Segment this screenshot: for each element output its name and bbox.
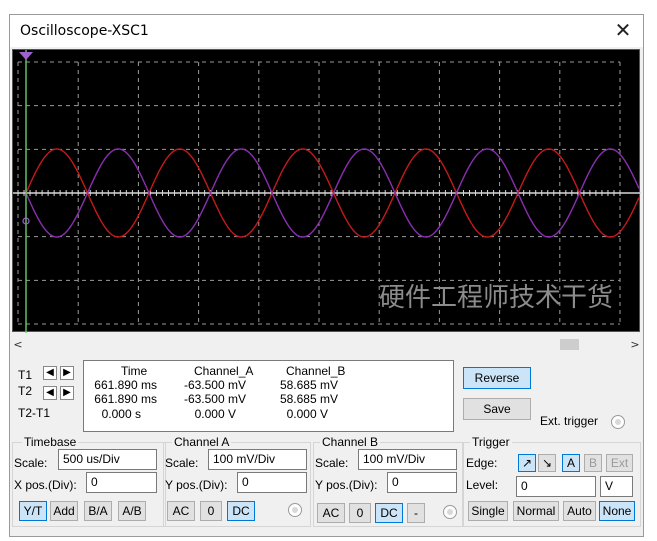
- channel-a-ac-button[interactable]: AC: [167, 501, 195, 521]
- t2-label: T2: [18, 384, 33, 398]
- readout-t2-time: 661.890 ms: [94, 392, 157, 406]
- ext-trigger-connector[interactable]: [611, 415, 625, 429]
- readout-t2-channel-a: -63.500 mV: [183, 392, 246, 406]
- window-title: Oscilloscope-XSC1: [20, 23, 149, 39]
- t1-right-arrow-icon[interactable]: ▶: [60, 366, 74, 380]
- channel-b-connector[interactable]: [443, 505, 457, 519]
- reverse-button[interactable]: Reverse: [463, 367, 531, 389]
- channel-a-scale-label: Scale:: [165, 456, 199, 470]
- t2-left-arrow-icon[interactable]: ◀: [43, 386, 57, 400]
- edge-falling-icon[interactable]: ↘: [538, 454, 556, 472]
- channel-a-ypos-label: Y pos.(Div):: [165, 478, 228, 492]
- cursor-readout-table: Time Channel_A Channel_B 661.890 ms -63.…: [83, 360, 454, 432]
- scope-screen: 硬件工程师技术干货: [12, 49, 641, 333]
- scroll-thumb[interactable]: [560, 339, 579, 350]
- channel-a-ypos-field[interactable]: 0: [237, 472, 307, 493]
- channel-b-title: Channel B: [320, 435, 381, 449]
- timebase-xpos-field[interactable]: 0: [86, 472, 157, 493]
- trigger-level-unit[interactable]: V: [600, 476, 633, 497]
- channel-a-scale-field[interactable]: 100 mV/Div: [208, 449, 307, 470]
- channel-a-zero-button[interactable]: 0: [200, 501, 222, 521]
- readout-t1-channel-b: 58.685 mV: [279, 378, 338, 392]
- channel-a-connector[interactable]: [288, 503, 302, 517]
- horizontal-scrollbar[interactable]: < >: [10, 336, 643, 353]
- timebase-xpos-label: X pos.(Div):: [14, 478, 77, 492]
- trigger-source-ext-button[interactable]: Ext: [606, 454, 633, 472]
- readout-header-channel-b: Channel_B: [286, 364, 346, 378]
- timebase-scale-label: Scale:: [14, 456, 48, 470]
- save-button[interactable]: Save: [463, 398, 531, 420]
- trigger-edge-label: Edge:: [466, 456, 498, 470]
- readout-diff-time: 0.000 s: [101, 407, 141, 421]
- watermark-text: 硬件工程师技术干货: [379, 283, 613, 313]
- readout-diff-channel-b: 0.000 V: [286, 407, 328, 421]
- mode-yt-button[interactable]: Y/T: [19, 501, 47, 521]
- ext-trigger-label: Ext. trigger: [540, 414, 599, 428]
- t2-t1-label: T2-T1: [18, 406, 51, 420]
- mode-ba-button[interactable]: B/A: [84, 501, 112, 521]
- channel-b-ac-button[interactable]: AC: [317, 503, 345, 523]
- t1-left-arrow-icon[interactable]: ◀: [43, 366, 57, 380]
- readout-header-time: Time: [121, 364, 148, 378]
- trigger-source-a-button[interactable]: A: [562, 454, 580, 472]
- trigger-auto-button[interactable]: Auto: [563, 501, 596, 521]
- readout-t2-channel-b: 58.685 mV: [279, 392, 338, 406]
- readout-header-channel-a: Channel_A: [194, 364, 254, 378]
- channel-a-title: Channel A: [172, 435, 232, 449]
- mode-add-button[interactable]: Add: [50, 501, 78, 521]
- channel-b-ypos-field[interactable]: 0: [387, 472, 457, 493]
- channel-a-dc-button[interactable]: DC: [227, 501, 255, 521]
- trigger-level-field[interactable]: 0: [516, 476, 596, 497]
- scroll-right-icon[interactable]: >: [627, 336, 643, 353]
- timebase-scale-field[interactable]: 500 us/Div: [58, 449, 157, 470]
- channel-b-scale-field[interactable]: 100 mV/Div: [358, 449, 457, 470]
- trigger-normal-button[interactable]: Normal: [513, 501, 559, 521]
- cursor-t1-handle: [19, 52, 33, 60]
- scroll-left-icon[interactable]: <: [10, 336, 26, 353]
- oscilloscope-window: Oscilloscope-XSC1 ✕ 硬件工程师技术干货 < > T1 ◀ ▶…: [9, 14, 644, 537]
- channel-b-dc-button[interactable]: DC: [375, 503, 403, 523]
- mode-ab-button[interactable]: A/B: [118, 501, 146, 521]
- timebase-title: Timebase: [22, 435, 79, 449]
- t1-label: T1: [18, 368, 33, 382]
- channel-b-scale-label: Scale:: [315, 456, 349, 470]
- channel-b-invert-button[interactable]: -: [407, 503, 425, 523]
- readout-t1-time: 661.890 ms: [94, 378, 157, 392]
- readout-diff-channel-a: 0.000 V: [194, 407, 236, 421]
- trigger-single-button[interactable]: Single: [468, 501, 508, 521]
- trigger-title: Trigger: [470, 435, 512, 449]
- channel-b-zero-button[interactable]: 0: [349, 503, 371, 523]
- center-axis-ticks: [17, 190, 621, 196]
- trigger-level-label: Level:: [466, 478, 499, 492]
- title-bar: Oscilloscope-XSC1 ✕: [10, 15, 643, 47]
- edge-rising-icon[interactable]: ↗: [518, 454, 536, 472]
- t2-right-arrow-icon[interactable]: ▶: [60, 386, 74, 400]
- trigger-source-b-button[interactable]: B: [584, 454, 602, 472]
- channel-b-ypos-label: Y pos.(Div):: [315, 478, 378, 492]
- scope-display: 硬件工程师技术干货: [13, 50, 641, 333]
- close-icon[interactable]: ✕: [613, 20, 633, 40]
- readout-t1-channel-a: -63.500 mV: [183, 378, 246, 392]
- trigger-none-button[interactable]: None: [599, 501, 635, 521]
